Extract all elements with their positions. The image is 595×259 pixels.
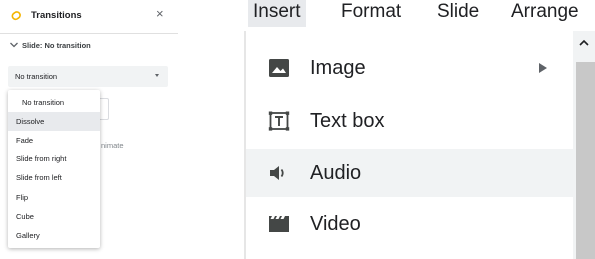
option-label: Gallery <box>16 231 40 240</box>
chevron-down-icon[interactable] <box>9 41 19 49</box>
transition-dropdown-list: No transition Dissolve Fade Slide from r… <box>8 90 100 248</box>
dropdown-option-fade[interactable]: Fade <box>8 131 100 150</box>
dropdown-option-flip[interactable]: Flip <box>8 188 100 207</box>
option-label: Flip <box>16 193 29 202</box>
video-icon <box>269 216 289 232</box>
menu-arrange[interactable]: Arrange <box>511 0 579 27</box>
panel-title: Transitions <box>31 10 82 21</box>
dropdown-option-slide-from-right[interactable]: Slide from right <box>8 149 100 168</box>
option-label: Slide from left <box>16 173 62 182</box>
image-icon <box>269 59 289 77</box>
section-label[interactable]: Slide: No transition <box>22 41 91 50</box>
menu-item-label: Image <box>310 57 366 79</box>
divider <box>0 33 178 34</box>
option-label: Dissolve <box>16 117 45 126</box>
dropdown-option-cube[interactable]: Cube <box>8 207 100 226</box>
animate-button-label[interactable]: nimate <box>101 141 124 150</box>
caret-down-icon <box>155 74 159 77</box>
dropdown-option-gallery[interactable]: Gallery <box>8 226 100 245</box>
option-label: No transition <box>22 98 65 107</box>
dropdown-option-no-transition[interactable]: No transition <box>8 93 100 112</box>
menu-item-video[interactable]: Video <box>246 200 573 248</box>
menu-format[interactable]: Format <box>341 0 401 27</box>
option-label: Slide from right <box>16 154 67 163</box>
close-icon[interactable]: × <box>156 7 164 21</box>
menu-item-text-box[interactable]: Text box <box>246 97 573 145</box>
transition-icon <box>11 11 21 21</box>
scroll-up-icon[interactable] <box>578 38 590 48</box>
menu-insert[interactable]: Insert <box>248 0 306 27</box>
dropdown-option-dissolve[interactable]: Dissolve <box>8 112 100 131</box>
screenshot-root: Transitions × Slide: No transition No tr… <box>0 0 595 259</box>
menu-item-audio[interactable]: Audio <box>246 149 573 197</box>
scrollbar-thumb[interactable] <box>576 62 595 259</box>
dropdown-option-slide-from-left[interactable]: Slide from left <box>8 168 100 187</box>
menu-item-label: Text box <box>310 110 385 132</box>
transition-type-select[interactable]: No transition <box>8 66 168 87</box>
menu-item-image[interactable]: Image <box>246 44 573 92</box>
audio-icon <box>270 166 284 180</box>
option-label: Fade <box>16 136 34 145</box>
menu-slide[interactable]: Slide <box>437 0 479 27</box>
panel-header: Transitions × <box>0 0 178 34</box>
menu-item-label: Audio <box>310 162 362 184</box>
text-box-icon <box>268 111 290 131</box>
transitions-panel: Transitions × Slide: No transition No tr… <box>0 0 178 259</box>
select-value: No transition <box>15 72 58 81</box>
menu-item-label: Video <box>310 213 361 235</box>
submenu-arrow-icon <box>539 63 547 73</box>
option-label: Cube <box>16 212 34 221</box>
